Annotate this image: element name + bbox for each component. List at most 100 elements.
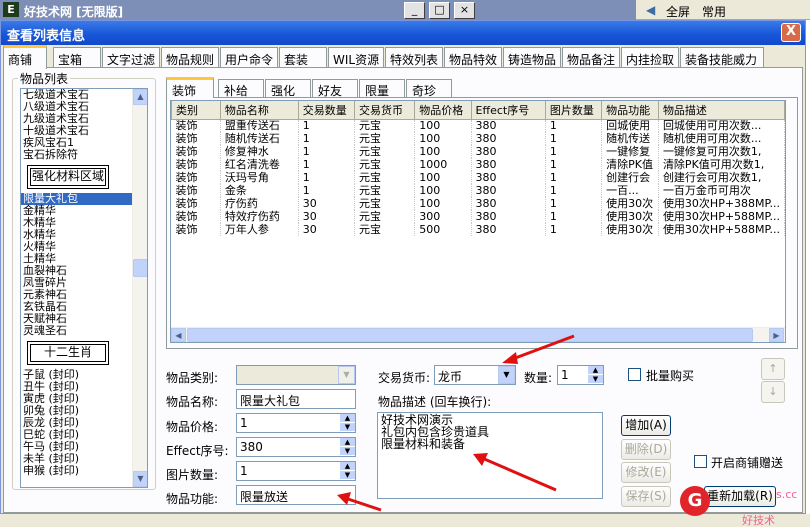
pic-spin[interactable]: ▲ ▼: [340, 462, 355, 480]
column-header[interactable]: 图片数量: [544, 101, 603, 120]
category-dropdown[interactable]: ▼: [236, 365, 356, 385]
name-input[interactable]: 限量大礼包: [236, 389, 356, 409]
reload-button[interactable]: 重新加载(R): [704, 486, 776, 507]
table-cell: 380: [471, 210, 546, 223]
table-row[interactable]: 装饰 金条 1 元宝 100 380 1 一百... 一百万金币可用次: [171, 184, 785, 197]
subtab-supply[interactable]: 补给: [218, 79, 264, 98]
scroll-left-button[interactable]: ◀: [171, 328, 186, 342]
table-row[interactable]: 装饰 万年人参 30 元宝 500 380 1 使用30次 使用30次HP+588MP...: [171, 223, 785, 236]
column-header[interactable]: 类别: [171, 101, 221, 120]
tab-forged-items[interactable]: 铸造物品: [503, 47, 561, 68]
table-cell: 使用30次HP+588MP...: [658, 210, 785, 223]
scroll-down-button[interactable]: ▼: [133, 471, 147, 487]
grid-hscrollbar[interactable]: ◀ ▶: [171, 327, 785, 342]
list-group-label[interactable]: 强化材料区域: [27, 165, 109, 189]
grid-hscroll-thumb[interactable]: [187, 328, 753, 342]
table-cell: 装饰: [171, 197, 221, 210]
watermark-site: s.cc: [776, 488, 798, 501]
subtab-limited[interactable]: 限量: [359, 79, 405, 98]
fullscreen-button[interactable]: 全屏: [666, 3, 690, 20]
table-cell: 使用30次: [601, 210, 659, 223]
table-row[interactable]: 装饰 红名清洗卷 1 元宝 1000 380 1 清除PK值 清除PK值可用次数1,: [171, 158, 785, 171]
tab-shop[interactable]: 商铺: [3, 45, 47, 69]
subtab-enhance[interactable]: 强化: [265, 79, 311, 98]
list-group-label[interactable]: 十二生肖: [27, 341, 109, 365]
scroll-right-button[interactable]: ▶: [769, 328, 784, 342]
column-header[interactable]: 交易货币: [353, 101, 416, 120]
table-cell: 380: [471, 171, 546, 184]
column-header[interactable]: 物品价格: [414, 101, 472, 120]
quantity-spin[interactable]: ▲ ▼: [588, 366, 603, 384]
item-list-scrollbar[interactable]: ▲ ▼: [132, 89, 147, 487]
pic-count-stepper[interactable]: 1 ▲ ▼: [236, 461, 356, 481]
table-row[interactable]: 装饰 随机传送石 1 元宝 100 380 1 随机传送 随机使用可用次数...: [171, 132, 785, 145]
name-label: 物品名称:: [166, 395, 219, 409]
close-background-button[interactable]: ×: [454, 2, 475, 19]
tab-wil-resources[interactable]: WIL资源: [328, 47, 384, 68]
tab-skill-power[interactable]: 装备技能威力: [680, 47, 764, 68]
delete-button[interactable]: 删除(D): [621, 439, 671, 460]
tab-item-effects[interactable]: 物品特效: [444, 47, 502, 68]
save-button[interactable]: 保存(S): [621, 486, 671, 507]
table-row[interactable]: 装饰 修复神水 1 元宝 100 380 1 一键修复 一键修复可用次数1,: [171, 145, 785, 158]
currency-value: 龙币: [438, 370, 463, 384]
dialog-close-button[interactable]: X: [781, 23, 801, 42]
effect-stepper[interactable]: 380 ▲ ▼: [236, 437, 356, 457]
bulk-buy-checkbox[interactable]: [628, 368, 641, 381]
table-cell: 100: [414, 119, 472, 132]
scroll-thumb[interactable]: [133, 259, 147, 277]
table-cell: 元宝: [354, 132, 416, 145]
move-up-button[interactable]: ↑: [761, 358, 785, 380]
table-cell: 1: [298, 158, 355, 171]
subtab-friend[interactable]: 好友: [312, 79, 358, 98]
table-row[interactable]: 装饰 特效疗伤药 30 元宝 300 380 1 使用30次 使用30次HP+588MP...: [171, 210, 785, 223]
list-item[interactable]: 灵魂圣石: [21, 325, 147, 337]
tab-sets[interactable]: 套装: [279, 47, 327, 68]
function-label: 物品功能:: [166, 492, 219, 506]
shop-gift-checkbox[interactable]: [694, 455, 707, 468]
list-item[interactable]: 宝石拆除符: [21, 149, 147, 161]
table-cell: 一百...: [601, 184, 659, 197]
item-list-content: 七级道术宝石 八级道术宝石 九级道术宝石 十级道术宝石 疾风宝石1 宝石拆除符 强化材料区域…: [21, 89, 147, 477]
minimize-button[interactable]: _: [404, 2, 425, 19]
tab-effects-list[interactable]: 特效列表: [385, 47, 443, 68]
quantity-value: 1: [561, 368, 569, 382]
column-header[interactable]: 物品功能: [601, 101, 659, 120]
list-item[interactable]: 申猴 (封印): [21, 465, 147, 477]
scroll-up-button[interactable]: ▲: [133, 89, 147, 105]
add-button[interactable]: 增加(A): [621, 415, 671, 436]
table-cell: 创建行会可用次数1,: [658, 171, 785, 184]
column-header[interactable]: 物品名称: [219, 101, 299, 120]
grid-header-row: 类别 物品名称 交易数量 交易货币 物品价格 Effect序号 图片数量 物品功能 物品描述: [171, 101, 785, 120]
price-stepper[interactable]: 1 ▲ ▼: [236, 413, 356, 433]
tab-user-commands[interactable]: 用户命令: [220, 47, 278, 68]
move-down-button[interactable]: ↓: [761, 381, 785, 403]
common-button[interactable]: 常用: [702, 3, 726, 20]
tab-pickup[interactable]: 内挂捡取: [621, 47, 679, 68]
column-header[interactable]: 物品描述: [657, 101, 785, 120]
back-arrow-icon[interactable]: ◀: [646, 3, 655, 17]
tab-item-rules[interactable]: 物品规则: [161, 47, 219, 68]
subtab-decor[interactable]: 装饰: [166, 77, 214, 98]
column-header[interactable]: Effect序号: [470, 101, 546, 120]
modify-button[interactable]: 修改(E): [621, 462, 671, 483]
table-cell: 沃玛号角: [220, 171, 299, 184]
table-cell: 修复神水: [220, 145, 299, 158]
watermark-text: 好技术: [742, 514, 775, 527]
table-row[interactable]: 装饰 沃玛号角 1 元宝 100 380 1 创建行会 创建行会可用次数1,: [171, 171, 785, 184]
column-header[interactable]: 交易数量: [297, 101, 355, 120]
table-cell: 装饰: [171, 184, 221, 197]
tab-chest[interactable]: 宝箱: [53, 47, 101, 68]
effect-spin[interactable]: ▲ ▼: [340, 438, 355, 456]
table-row[interactable]: 装饰 疗伤药 30 元宝 100 380 1 使用30次 使用30次HP+388MP...: [171, 197, 785, 210]
tab-text-filter[interactable]: 文字过滤: [102, 47, 160, 68]
maximize-button[interactable]: □: [429, 2, 450, 19]
table-cell: 元宝: [354, 210, 416, 223]
table-row[interactable]: 装饰 盟重传送石 1 元宝 100 380 1 回城使用 回城使用可用次数...: [171, 119, 785, 132]
tab-item-notes[interactable]: 物品备注: [562, 47, 620, 68]
table-cell: 1: [545, 119, 603, 132]
item-listbox[interactable]: 七级道术宝石 八级道术宝石 九级道术宝石 十级道术宝石 疾风宝石1 宝石拆除符 强化材料区域…: [20, 88, 148, 488]
table-cell: 1000: [414, 158, 472, 171]
subtab-rare[interactable]: 奇珍: [406, 79, 452, 98]
price-spin[interactable]: ▲ ▼: [340, 414, 355, 432]
